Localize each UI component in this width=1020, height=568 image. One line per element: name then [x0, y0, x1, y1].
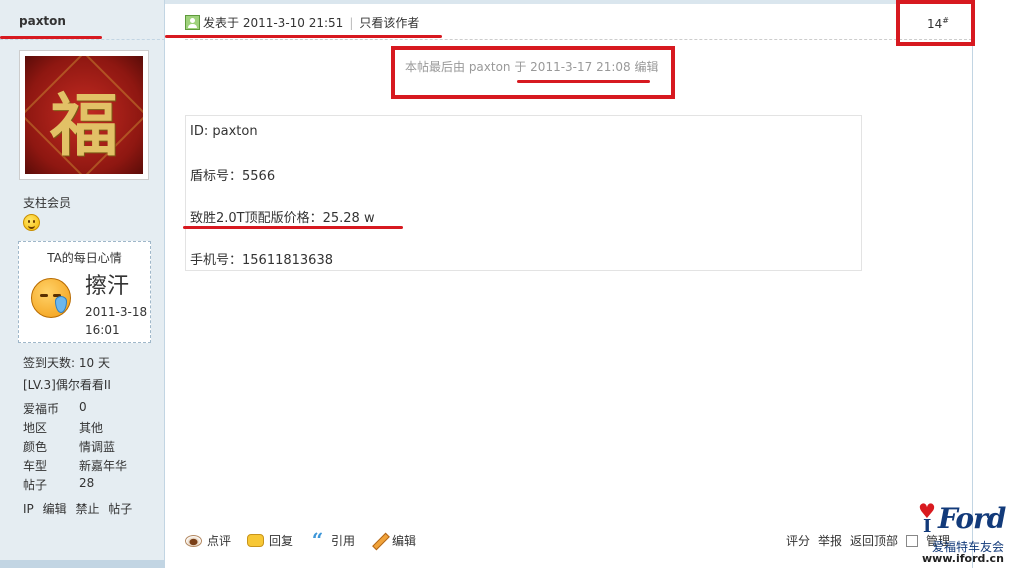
content-line: 盾标号：5566: [190, 169, 276, 184]
ford-logo: Ford: [938, 502, 1006, 535]
smiley-icon: [23, 214, 40, 231]
only-author-link[interactable]: 只看该作者: [359, 14, 419, 31]
mood-title: TA的每日心情: [47, 251, 122, 265]
admin-ban-link[interactable]: 禁止: [75, 502, 99, 516]
quote-button[interactable]: “ 引用: [309, 528, 356, 552]
avatar-image: 福: [25, 56, 143, 174]
stat-value: 0: [79, 400, 87, 414]
mood-time: 2011-3-18 16:01: [85, 305, 148, 337]
posted-time: 发表于 2011-3-10 21:51: [203, 16, 344, 30]
admin-posts-link[interactable]: 帖子: [108, 502, 132, 516]
header-divider: [185, 39, 972, 40]
user-online-icon: [185, 15, 200, 30]
watermark-url: www.iford.cn: [922, 552, 1004, 565]
sidebar-bottom-bar: [0, 560, 165, 568]
stat-key: 帖子: [23, 478, 48, 492]
content-line: 手机号：15611813638: [190, 253, 333, 268]
coffee-icon: [185, 534, 202, 547]
pencil-icon: [371, 533, 387, 549]
stat-value: 情调蓝: [79, 440, 116, 454]
edit-label: 编辑: [392, 534, 417, 548]
stat-value: 新嘉年华: [79, 459, 128, 473]
stat-key: 地区: [23, 421, 48, 435]
content-line: ID: paxton: [190, 124, 258, 139]
score-link[interactable]: 评分: [786, 532, 810, 549]
post-action-bar: 点评 回复 “ 引用 编辑: [185, 528, 432, 552]
reply-icon: [247, 534, 265, 547]
post-top-border: [165, 0, 973, 4]
report-link[interactable]: 举报: [818, 532, 842, 549]
admin-edit-link[interactable]: 编辑: [43, 502, 67, 516]
admin-ip-link[interactable]: IP: [23, 502, 34, 516]
stat-value: 其他: [79, 421, 104, 435]
author-name[interactable]: paxton: [19, 14, 66, 28]
back-to-top-link[interactable]: 返回顶部: [850, 532, 898, 549]
member-level[interactable]: 支柱会员: [23, 194, 71, 211]
admin-links: IP 编辑 禁止 帖子: [23, 500, 137, 517]
annotation-underline-author: [0, 36, 102, 39]
signin-days: 签到天数: 10 天: [23, 356, 110, 370]
annotation-box-edit-note: [391, 46, 675, 99]
post-header: 发表于 2011-3-10 21:51 | 只看该作者: [185, 14, 419, 31]
rank-level[interactable]: [LV.3]偶尔看看II: [23, 376, 111, 393]
stat-value[interactable]: 28: [79, 476, 94, 490]
avatar[interactable]: 福: [19, 50, 149, 180]
author-sidebar: paxton 福 支柱会员 TA的每日心情 擦汗 2011-3-18 16:01…: [0, 0, 165, 568]
mood-word: 擦汗: [85, 274, 130, 299]
stat-key: 车型: [23, 459, 48, 473]
content-line: 致胜2.0T顶配版价格：25.28 w: [190, 211, 375, 226]
quote-icon: “: [311, 528, 324, 552]
annotation-underline-edit-time: [517, 80, 650, 83]
post-right-border: [972, 0, 973, 568]
quote-label: 引用: [331, 534, 356, 548]
edit-button[interactable]: 编辑: [371, 532, 416, 549]
post-content: ID: paxton 盾标号：5566 致胜2.0T顶配版价格：25.28 w …: [185, 115, 862, 271]
sidebar-divider: [0, 39, 165, 40]
header-separator: |: [349, 15, 354, 30]
avatar-char: 福: [49, 86, 118, 166]
watermark-letter: I: [923, 516, 932, 537]
reply-label: 回复: [269, 534, 294, 548]
stat-key: 爱福币: [23, 402, 60, 416]
rate-button[interactable]: 点评: [185, 532, 231, 549]
stat-key: 颜色: [23, 440, 48, 454]
daily-mood-box: TA的每日心情 擦汗 2011-3-18 16:01: [18, 241, 151, 343]
annotation-underline-price: [183, 226, 403, 229]
rate-label: 点评: [207, 534, 232, 548]
annotation-box-floor: [896, 0, 975, 46]
annotation-underline-header: [165, 35, 442, 38]
sweat-face-icon: [31, 278, 71, 318]
reply-button[interactable]: 回复: [247, 532, 293, 549]
iford-watermark: ♥ I Ford 爱福特车友会 www.iford.cn: [916, 500, 1020, 568]
